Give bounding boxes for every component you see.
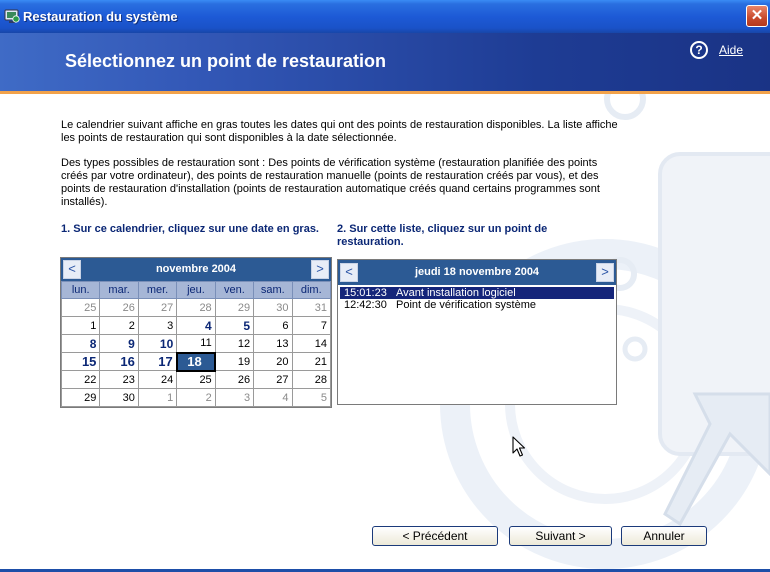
calendar-day-cell-with-restore-point[interactable]: 9 xyxy=(99,334,139,353)
calendar-day-cell-with-restore-point[interactable]: 4 xyxy=(176,316,216,335)
calendar-day-cell[interactable]: 29 xyxy=(60,388,101,407)
weekday-header: mer. xyxy=(137,281,178,299)
calendar-month-label: novembre 2004 xyxy=(155,263,237,275)
restore-point-time: 12:42:30 xyxy=(344,299,387,311)
calendar-day-cell[interactable]: 1 xyxy=(60,316,101,335)
list-date-label: jeudi 18 novembre 2004 xyxy=(414,266,540,278)
next-button[interactable]: Suivant > xyxy=(509,526,612,546)
calendar-day-cell[interactable]: 29 xyxy=(214,298,255,317)
calendar-day-cell[interactable]: 26 xyxy=(99,298,139,317)
calendar-day-cell[interactable]: 28 xyxy=(291,370,332,389)
calendar-day-cell[interactable]: 11 xyxy=(176,334,216,353)
calendar-day-cell[interactable]: 31 xyxy=(291,298,332,317)
calendar-next-month-button[interactable]: > xyxy=(311,260,329,279)
close-button[interactable]: ✕ xyxy=(746,5,768,27)
calendar-day-cell[interactable]: 25 xyxy=(60,298,101,317)
calendar-week-row: 15 16 17 18 19 20 21 xyxy=(60,351,332,372)
system-restore-window: Restauration du système ✕ Sélectionnez u… xyxy=(0,0,770,572)
mouse-cursor-icon xyxy=(512,436,526,457)
restore-point-description: Avant installation logiciel xyxy=(396,287,516,299)
weekday-header: mar. xyxy=(99,281,139,299)
calendar-day-cell[interactable]: 27 xyxy=(253,370,293,389)
step1-label: 1. Sur ce calendrier, cliquez sur une da… xyxy=(61,223,319,235)
calendar-day-cell-with-restore-point[interactable]: 5 xyxy=(214,316,255,335)
calendar-day-cell[interactable]: 21 xyxy=(291,352,332,371)
calendar-day-cell[interactable]: 28 xyxy=(176,298,216,317)
calendar-week-row: 1 2 3 4 5 6 7 xyxy=(60,316,332,335)
calendar-day-cell[interactable]: 26 xyxy=(214,370,255,389)
calendar-day-cell[interactable]: 7 xyxy=(291,316,332,335)
calendar-day-cell[interactable]: 27 xyxy=(137,298,178,317)
calendar-grid: lun. mar. mer. jeu. ven. sam. dim. 25 26… xyxy=(60,281,332,407)
calendar-day-cell[interactable]: 23 xyxy=(99,370,139,389)
restore-point-time: 15:01:23 xyxy=(344,287,387,299)
system-restore-app-icon xyxy=(4,9,20,23)
calendar-day-cell-with-restore-point[interactable]: 15 xyxy=(60,352,101,371)
restore-calendar: < novembre 2004 > lun. mar. mer. jeu. ve… xyxy=(60,257,332,408)
list-rows: 15:01:23 Avant installation logiciel 12:4… xyxy=(340,287,614,311)
calendar-day-cell[interactable]: 24 xyxy=(137,370,178,389)
calendar-week-row: 22 23 24 25 26 27 28 xyxy=(60,370,332,389)
help-link[interactable]: Aide xyxy=(719,43,743,57)
calendar-day-cell[interactable]: 25 xyxy=(176,370,216,389)
weekday-header: lun. xyxy=(60,281,101,299)
weekday-header: ven. xyxy=(214,281,255,299)
title-bar[interactable]: Restauration du système ✕ xyxy=(0,0,770,33)
weekday-header: jeu. xyxy=(176,281,216,299)
intro-paragraph-2: Des types possibles de restauration sont… xyxy=(61,157,600,208)
weekday-header: sam. xyxy=(253,281,293,299)
restore-point-description: Point de vérification système xyxy=(396,299,537,311)
calendar-day-cell-with-restore-point[interactable]: 10 xyxy=(137,334,178,353)
restore-point-list: < jeudi 18 novembre 2004 > 15:01:23 Avant… xyxy=(337,259,617,405)
calendar-day-cell[interactable]: 4 xyxy=(253,388,293,407)
calendar-day-cell[interactable]: 30 xyxy=(99,388,139,407)
calendar-day-cell[interactable]: 20 xyxy=(253,352,293,371)
calendar-prev-month-button[interactable]: < xyxy=(63,260,81,279)
calendar-day-cell[interactable]: 5 xyxy=(291,388,332,407)
calendar-day-cell[interactable]: 13 xyxy=(253,334,293,353)
calendar-day-cell[interactable]: 3 xyxy=(214,388,255,407)
calendar-day-cell[interactable]: 3 xyxy=(137,316,178,335)
calendar-week-row: 25 26 27 28 29 30 31 xyxy=(60,298,332,317)
page-header: Sélectionnez un point de restauration ? … xyxy=(0,33,770,91)
calendar-week-row: 8 9 10 11 12 13 14 xyxy=(60,334,332,353)
list-prev-day-button[interactable]: < xyxy=(340,263,358,282)
calendar-day-cell[interactable]: 22 xyxy=(60,370,101,389)
calendar-header: < novembre 2004 > xyxy=(61,258,331,281)
calendar-day-cell[interactable]: 19 xyxy=(214,352,255,371)
calendar-day-cell[interactable]: 2 xyxy=(176,388,216,407)
calendar-day-cell[interactable]: 30 xyxy=(253,298,293,317)
weekday-header: dim. xyxy=(291,281,332,299)
step2-label: 2. Sur cette liste, cliquez sur un point… xyxy=(337,223,548,248)
page-title: Sélectionnez un point de restauration xyxy=(65,51,387,71)
restore-point-item[interactable]: 12:42:30 Point de vérification système xyxy=(340,299,614,311)
restore-point-item-selected[interactable]: 15:01:23 Avant installation logiciel xyxy=(340,287,614,299)
calendar-weekday-row: lun. mar. mer. jeu. ven. sam. dim. xyxy=(60,281,332,299)
list-header: < jeudi 18 novembre 2004 > xyxy=(338,260,616,285)
calendar-week-row: 29 30 1 2 3 4 5 xyxy=(60,388,332,407)
window-title: Restauration du système xyxy=(23,9,178,24)
calendar-day-cell-with-restore-point[interactable]: 17 xyxy=(137,352,178,371)
cancel-button[interactable]: Annuler xyxy=(621,526,707,546)
calendar-day-cell[interactable]: 1 xyxy=(137,388,178,407)
calendar-day-cell-with-restore-point[interactable]: 16 xyxy=(99,352,139,371)
help-icon[interactable]: ? xyxy=(690,41,708,59)
calendar-day-cell[interactable]: 2 xyxy=(99,316,139,335)
calendar-day-cell[interactable]: 12 xyxy=(214,334,255,353)
calendar-day-cell-with-restore-point[interactable]: 8 xyxy=(60,334,101,353)
previous-button[interactable]: < Précédent xyxy=(372,526,498,546)
calendar-day-cell[interactable]: 14 xyxy=(291,334,332,353)
calendar-day-cell[interactable]: 6 xyxy=(253,316,293,335)
calendar-selected-day[interactable]: 18 xyxy=(175,351,217,372)
intro-paragraph-1: Le calendrier suivant affiche en gras to… xyxy=(61,119,618,144)
list-next-day-button[interactable]: > xyxy=(596,263,614,282)
